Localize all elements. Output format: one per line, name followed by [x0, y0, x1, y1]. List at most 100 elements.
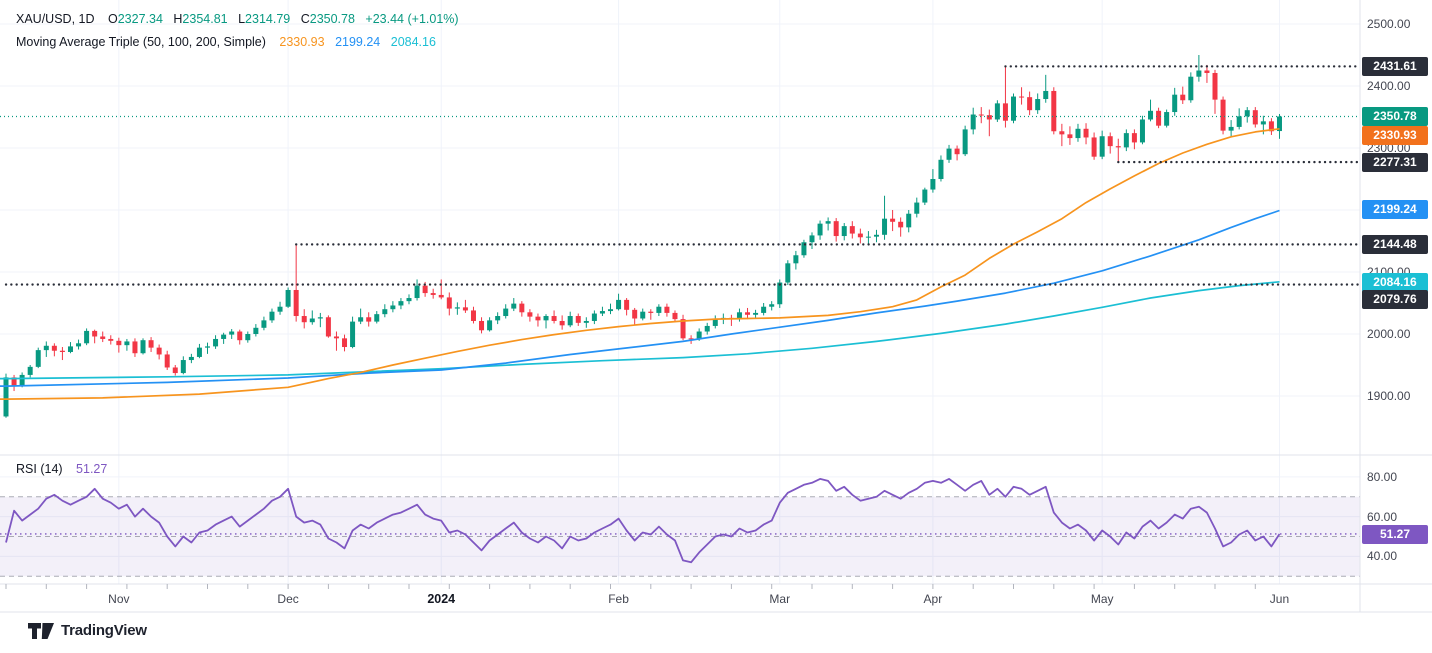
candle-body	[938, 160, 943, 179]
candle-body	[1188, 77, 1193, 101]
candle-body	[1011, 97, 1016, 121]
price-axis-label: 2500.00	[1367, 17, 1410, 31]
candle-body	[535, 317, 540, 321]
candle-body	[173, 367, 178, 373]
symbol-legend-row[interactable]: XAU/USD, 1D O2327.34 H2354.81 L2314.79 C…	[16, 8, 466, 31]
price-axis-label: 1900.00	[1367, 389, 1410, 403]
candle-body	[818, 224, 823, 236]
open-label: O	[108, 12, 118, 26]
candle-body	[4, 377, 9, 416]
candle-body	[398, 301, 403, 305]
time-axis-label: Dec	[277, 592, 298, 606]
candle-body	[28, 367, 33, 375]
candle-body	[1221, 100, 1226, 131]
candle-body	[858, 234, 863, 238]
close-label: C	[301, 12, 310, 26]
candle-body	[390, 305, 395, 309]
open-value: 2327.34	[118, 12, 163, 26]
price-axis-value-pill: 2350.78	[1362, 107, 1428, 126]
ma200-value: 2084.16	[391, 35, 436, 49]
candle-body	[261, 320, 266, 327]
candle-body	[44, 346, 49, 350]
candle-body	[318, 317, 323, 318]
tradingview-logo-icon	[28, 623, 54, 639]
candle-body	[1140, 119, 1145, 142]
candle-body	[294, 290, 299, 316]
candle-body	[1253, 110, 1258, 124]
candle-body	[519, 304, 524, 313]
candle-body	[358, 317, 363, 321]
candle-body	[785, 263, 790, 282]
candle-body	[632, 310, 637, 319]
candle-body	[930, 179, 935, 190]
price-axis-value-pill: 2079.76	[1362, 290, 1428, 309]
candle-body	[527, 312, 532, 316]
candle-body	[898, 222, 903, 228]
candle-body	[503, 309, 508, 316]
candle-body	[68, 346, 73, 352]
candle-body	[568, 316, 573, 325]
candlestick-series	[4, 55, 1282, 418]
candle-body	[36, 350, 41, 367]
candle-body	[1156, 111, 1161, 126]
rsi-legend[interactable]: RSI (14) 51.27	[16, 462, 107, 476]
low-value: 2314.79	[245, 12, 290, 26]
candle-body	[826, 221, 831, 223]
candle-body	[197, 348, 202, 357]
candle-body	[552, 316, 557, 321]
price-axis-value-pill: 2330.93	[1362, 126, 1428, 145]
ma-legend-row[interactable]: Moving Average Triple (50, 100, 200, Sim…	[16, 31, 466, 54]
candle-body	[326, 317, 331, 336]
candle-body	[366, 317, 371, 321]
candle-body	[350, 322, 355, 347]
candle-body	[415, 286, 420, 298]
candle-body	[955, 149, 960, 155]
candle-body	[890, 219, 895, 222]
ma50-value: 2330.93	[279, 35, 324, 49]
candle-body	[1051, 91, 1056, 131]
candle-body	[1019, 97, 1024, 98]
candle-body	[302, 316, 307, 322]
rsi-axis-label: 40.00	[1367, 549, 1397, 563]
candle-body	[987, 115, 992, 119]
candle-body	[971, 115, 976, 130]
candle-body	[253, 328, 258, 334]
candle-body	[1245, 110, 1250, 116]
candle-body	[995, 103, 1000, 119]
price-axis-value-pill: 2277.31	[1362, 153, 1428, 172]
candle-body	[648, 312, 653, 313]
main-legend[interactable]: XAU/USD, 1D O2327.34 H2354.81 L2314.79 C…	[16, 8, 466, 54]
candle-body	[1067, 134, 1072, 138]
candle-body	[640, 312, 645, 319]
candle-body	[382, 309, 387, 314]
ma200-line	[0, 282, 1280, 379]
candle-body	[278, 307, 283, 312]
candle-body	[20, 375, 25, 386]
candle-body	[1124, 133, 1129, 147]
candle-body	[705, 326, 710, 332]
candle-body	[374, 314, 379, 321]
candle-body	[1084, 129, 1089, 138]
ma-indicator-title[interactable]: Moving Average Triple (50, 100, 200, Sim…	[16, 35, 266, 49]
candle-body	[495, 316, 500, 320]
candle-body	[777, 283, 782, 305]
candle-body	[463, 307, 468, 310]
candle-body	[850, 226, 855, 233]
tradingview-logo[interactable]: TradingView	[28, 622, 147, 639]
symbol-title[interactable]: XAU/USD, 1D	[16, 12, 95, 26]
candle-body	[1027, 97, 1032, 110]
candle-body	[92, 331, 97, 337]
candle-body	[608, 309, 613, 311]
candle-body	[334, 336, 339, 338]
candle-body	[584, 321, 589, 323]
candle-body	[1172, 95, 1177, 112]
candle-body	[1059, 131, 1064, 134]
chart-canvas[interactable]	[0, 0, 1432, 653]
tradingview-logo-text: TradingView	[61, 622, 147, 639]
time-axis-label: May	[1091, 592, 1114, 606]
candle-body	[1180, 95, 1185, 101]
price-axis-label: 2400.00	[1367, 79, 1410, 93]
rsi-title[interactable]: RSI	[16, 462, 37, 476]
candle-body	[624, 300, 629, 310]
candle-body	[1003, 103, 1008, 120]
